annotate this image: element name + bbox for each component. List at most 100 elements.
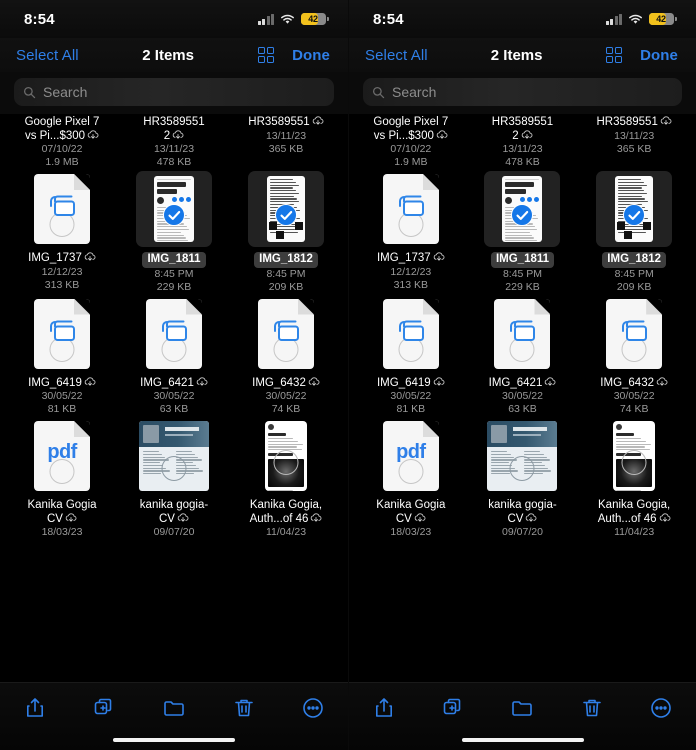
file-cell[interactable]: IMG_1737 12/12/23 313 KB bbox=[355, 169, 467, 294]
file-cell[interactable]: HR3589551 13/11/23 365 KB bbox=[230, 114, 342, 169]
trash-icon[interactable] bbox=[579, 695, 605, 721]
search-bar[interactable] bbox=[14, 78, 334, 106]
file-size: 313 KB bbox=[393, 278, 429, 291]
file-thumbnail[interactable] bbox=[248, 296, 324, 372]
page-title: 2 Items bbox=[142, 46, 194, 64]
search-bar[interactable] bbox=[363, 78, 682, 106]
file-cell[interactable]: HR3589551 13/11/23 365 KB bbox=[578, 114, 690, 169]
more-circle-icon[interactable] bbox=[648, 695, 674, 721]
file-name: Kanika Gogia CV bbox=[376, 499, 446, 525]
file-cell[interactable]: HR3589551 2 13/11/23 478 KB bbox=[467, 114, 579, 169]
cloud-download-icon bbox=[526, 512, 537, 522]
file-name: IMG_6432 bbox=[252, 377, 320, 391]
duplicate-icon[interactable] bbox=[440, 695, 466, 721]
image-stack-glyph bbox=[510, 320, 536, 341]
file-date: 8:45 PM bbox=[614, 267, 654, 280]
share-icon[interactable] bbox=[371, 695, 397, 721]
file-name: IMG_1811 bbox=[142, 252, 206, 268]
cloud-download-icon bbox=[545, 376, 556, 386]
document-icon bbox=[606, 298, 663, 369]
file-thumbnail[interactable] bbox=[484, 418, 560, 494]
home-indicator bbox=[113, 737, 235, 742]
file-thumbnail[interactable] bbox=[373, 171, 449, 247]
file-date: 30/05/22 bbox=[153, 390, 195, 402]
file-thumbnail[interactable] bbox=[484, 296, 560, 372]
select-all-button[interactable]: Select All bbox=[16, 47, 79, 64]
file-cell[interactable]: IMG_1737 12/12/23 313 KB bbox=[6, 169, 118, 294]
cloud-download-icon bbox=[87, 129, 99, 139]
image-stack-glyph bbox=[50, 320, 75, 341]
file-thumbnail[interactable] bbox=[248, 418, 324, 494]
file-size: 229 KB bbox=[156, 280, 192, 293]
folder-icon[interactable] bbox=[509, 695, 535, 721]
file-thumbnail[interactable]: pdf bbox=[24, 418, 100, 494]
screenshot-article-thumb bbox=[136, 171, 212, 247]
file-thumbnail[interactable] bbox=[136, 296, 212, 372]
file-thumbnail[interactable] bbox=[248, 171, 324, 247]
file-date: 09/07/20 bbox=[153, 526, 195, 538]
file-thumbnail[interactable] bbox=[24, 296, 100, 372]
file-date: 8:45 PM bbox=[154, 267, 194, 280]
grid-view-icon[interactable] bbox=[257, 46, 275, 64]
file-date: 18/03/23 bbox=[41, 526, 83, 538]
file-cell[interactable]: HR3589551 2 13/11/23 478 KB bbox=[118, 114, 230, 169]
file-size: 74 KB bbox=[619, 403, 649, 415]
file-thumbnail[interactable] bbox=[596, 171, 673, 247]
share-icon[interactable] bbox=[22, 695, 48, 721]
file-name: IMG_1737 bbox=[377, 252, 445, 266]
trash-icon[interactable] bbox=[231, 695, 257, 721]
file-cell[interactable]: IMG_1812 8:45 PM 209 KB bbox=[578, 169, 690, 294]
file-date: 12/12/23 bbox=[41, 265, 83, 278]
search-input[interactable] bbox=[392, 84, 673, 100]
done-button[interactable]: Done bbox=[292, 47, 330, 64]
status-time: 8:54 bbox=[24, 10, 55, 28]
status-time: 8:54 bbox=[373, 10, 404, 28]
file-cell[interactable]: IMG_6432 30/05/22 74 KB bbox=[578, 294, 690, 417]
wifi-icon bbox=[628, 14, 643, 25]
file-cell[interactable]: IMG_6432 30/05/22 74 KB bbox=[230, 294, 342, 417]
file-thumbnail[interactable] bbox=[136, 418, 212, 494]
cloud-download-icon bbox=[433, 376, 445, 386]
done-button[interactable]: Done bbox=[640, 47, 678, 64]
file-thumbnail[interactable]: pdf bbox=[373, 418, 449, 494]
nav-bar-left: Select All 2 Items Done bbox=[0, 38, 348, 72]
file-cell[interactable]: Kanika Gogia, Auth...of 46 11/04/23 bbox=[578, 416, 690, 539]
file-cell[interactable]: Kanika Gogia, Auth...of 46 11/04/23 bbox=[230, 416, 342, 539]
status-bar-left: 8:54 42 bbox=[0, 0, 348, 38]
file-thumbnail[interactable] bbox=[596, 296, 672, 372]
file-cell[interactable]: kanika gogia- CV 09/07/20 bbox=[467, 416, 579, 539]
folder-icon[interactable] bbox=[161, 695, 187, 721]
file-name: IMG_6421 bbox=[489, 377, 557, 391]
file-cell[interactable]: IMG_1811 8:45 PM 229 KB bbox=[118, 169, 230, 294]
file-thumbnail[interactable] bbox=[373, 296, 449, 372]
webpage-thumb bbox=[596, 418, 672, 494]
select-all-button[interactable]: Select All bbox=[365, 47, 428, 64]
grid-view-icon[interactable] bbox=[605, 46, 623, 64]
search-input[interactable] bbox=[43, 84, 325, 100]
cloud-download-icon bbox=[177, 512, 189, 522]
file-cell[interactable]: Google Pixel 7 vs Pi...$300 07/10/22 1.9 MB bbox=[355, 114, 467, 169]
file-cell[interactable]: pdf Kanika Gogia CV 18/03/23 bbox=[6, 416, 118, 539]
file-cell[interactable]: kanika gogia- CV 09/07/20 bbox=[118, 416, 230, 539]
duplicate-icon[interactable] bbox=[91, 695, 117, 721]
file-thumbnail[interactable] bbox=[596, 418, 672, 494]
file-cell[interactable]: IMG_1811 8:45 PM 229 KB bbox=[467, 169, 579, 294]
file-cell[interactable]: IMG_1812 8:45 PM 209 KB bbox=[230, 169, 342, 294]
file-cell[interactable]: IMG_6419 30/05/22 81 KB bbox=[6, 294, 118, 417]
battery-icon: 42 bbox=[649, 12, 677, 26]
file-cell[interactable]: IMG_6421 30/05/22 63 KB bbox=[467, 294, 579, 417]
file-cell[interactable]: pdf Kanika Gogia CV 18/03/23 bbox=[355, 416, 467, 539]
file-date: 11/04/23 bbox=[614, 526, 655, 538]
file-thumbnail[interactable] bbox=[484, 171, 561, 247]
file-cell[interactable]: IMG_6419 30/05/22 81 KB bbox=[355, 294, 467, 417]
more-circle-icon[interactable] bbox=[300, 695, 326, 721]
file-date: 07/10/22 bbox=[390, 143, 432, 155]
file-date: 30/05/22 bbox=[265, 390, 307, 402]
file-thumbnail[interactable] bbox=[136, 171, 212, 247]
file-name: IMG_6421 bbox=[140, 377, 208, 391]
file-cell[interactable]: Google Pixel 7 vs Pi...$300 07/10/22 1.9 MB bbox=[6, 114, 118, 169]
file-thumbnail[interactable] bbox=[24, 171, 100, 247]
file-date: 18/03/23 bbox=[390, 526, 432, 538]
file-cell[interactable]: IMG_6421 30/05/22 63 KB bbox=[118, 294, 230, 417]
file-name: IMG_1737 bbox=[28, 252, 96, 266]
